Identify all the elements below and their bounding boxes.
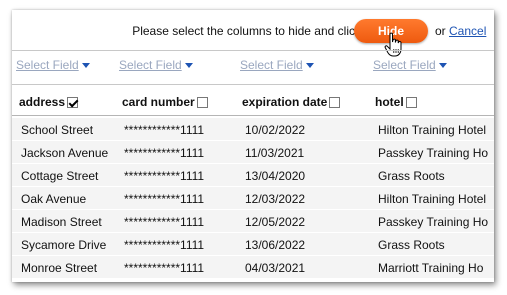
column-header-label: expiration date xyxy=(242,95,328,109)
cell-address: Sycamore Drive xyxy=(21,238,107,252)
column-header-expiration-date: expiration date xyxy=(242,95,341,109)
divider xyxy=(12,84,494,85)
cell-card-number: ************1111 xyxy=(124,146,205,160)
cell-hotel: Passkey Training Ho xyxy=(378,146,489,160)
select-field-label: Select Field xyxy=(240,58,303,72)
table-row: Oak Avenue ************1111 12/03/2022 H… xyxy=(12,187,494,209)
cell-hotel: Hilton Training Hotel xyxy=(378,192,487,206)
cell-expiration-date: 12/05/2022 xyxy=(245,215,306,229)
hide-columns-toolbar: Please select the columns to hide and cl… xyxy=(12,10,494,57)
cell-card-number: ************1111 xyxy=(124,192,205,206)
hide-checkbox-expiration-date[interactable] xyxy=(329,96,341,108)
divider xyxy=(12,50,494,51)
cell-expiration-date: 13/04/2020 xyxy=(245,169,306,183)
cell-hotel: Grass Roots xyxy=(378,169,445,183)
cell-address: Jackson Avenue xyxy=(21,146,109,160)
dropdown-arrow-icon xyxy=(184,63,193,69)
hide-checkbox-card-number[interactable] xyxy=(196,96,208,108)
or-text: or xyxy=(435,24,446,38)
cell-card-number: ************1111 xyxy=(124,215,205,229)
cell-expiration-date: 11/03/2021 xyxy=(245,146,305,160)
cell-address: Cottage Street xyxy=(21,169,99,183)
cell-card-number: ************1111 xyxy=(124,169,205,183)
dropdown-arrow-icon xyxy=(81,63,90,69)
cell-address: Oak Avenue xyxy=(21,192,87,206)
select-field-label: Select Field xyxy=(119,58,182,72)
select-field-label: Select Field xyxy=(16,58,79,72)
data-table-body: School Street ************1111 10/02/202… xyxy=(12,118,494,279)
select-field-dropdown-address[interactable]: Select Field xyxy=(16,58,90,72)
column-header-label: card number xyxy=(122,95,195,109)
cell-hotel: Marriott Training Ho xyxy=(378,261,484,275)
table-row: Madison Street ************1111 12/05/20… xyxy=(12,210,494,232)
table-row: Monroe Street ************1111 04/03/202… xyxy=(12,256,494,278)
cancel-link[interactable]: Cancel xyxy=(449,24,486,38)
cell-expiration-date: 04/03/2021 xyxy=(245,261,306,275)
column-header-label: hotel xyxy=(375,95,404,109)
cell-address: Madison Street xyxy=(21,215,102,229)
table-row: Sycamore Drive ************1111 13/06/20… xyxy=(12,233,494,255)
hand-cursor-icon xyxy=(384,32,402,57)
cell-address: Monroe Street xyxy=(21,261,98,275)
select-field-label: Select Field xyxy=(373,58,436,72)
cell-card-number: ************1111 xyxy=(124,238,205,252)
table-row: Cottage Street ************1111 13/04/20… xyxy=(12,164,494,186)
cell-card-number: ************1111 xyxy=(124,261,205,275)
hide-checkbox-address[interactable] xyxy=(67,96,79,108)
cell-hotel: Passkey Training Ho xyxy=(378,215,489,229)
divider xyxy=(12,115,494,116)
dropdown-arrow-icon xyxy=(438,63,447,69)
hide-columns-panel: Please select the columns to hide and cl… xyxy=(12,10,494,282)
column-header-hotel: hotel xyxy=(375,95,417,109)
dropdown-arrow-icon xyxy=(305,63,314,69)
cell-card-number: ************1111 xyxy=(124,123,205,137)
column-header-address: address xyxy=(19,95,79,109)
column-header-card-number: card number xyxy=(122,95,208,109)
hide-checkbox-hotel[interactable] xyxy=(405,96,417,108)
table-row: Jackson Avenue ************1111 11/03/20… xyxy=(12,141,494,163)
cell-hotel: Hilton Training Hotel xyxy=(378,123,487,137)
cell-expiration-date: 13/06/2022 xyxy=(245,238,306,252)
cell-address: School Street xyxy=(21,123,94,137)
table-row: School Street ************1111 10/02/202… xyxy=(12,118,494,140)
hide-columns-prompt: Please select the columns to hide and cl… xyxy=(132,24,361,38)
cell-hotel: Grass Roots xyxy=(378,238,445,252)
cell-expiration-date: 12/03/2022 xyxy=(245,192,306,206)
select-field-dropdown-expiration-date[interactable]: Select Field xyxy=(240,58,314,72)
select-field-dropdown-card-number[interactable]: Select Field xyxy=(119,58,193,72)
column-header-label: address xyxy=(19,95,66,109)
cell-expiration-date: 10/02/2022 xyxy=(245,123,306,137)
select-field-dropdown-hotel[interactable]: Select Field xyxy=(373,58,447,72)
